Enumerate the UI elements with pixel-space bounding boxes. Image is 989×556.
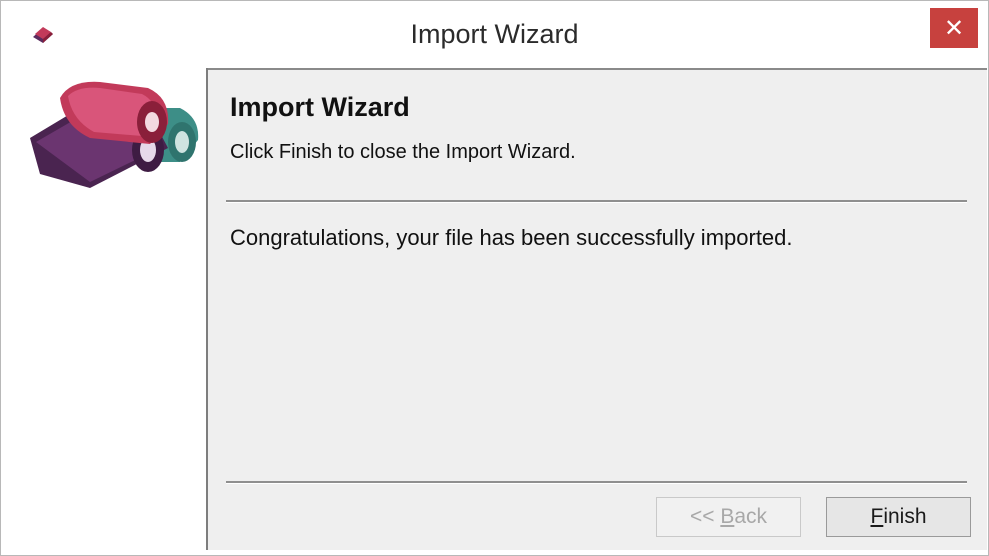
footer-separator: [226, 481, 967, 484]
close-icon[interactable]: ✕: [944, 14, 964, 42]
finish-button[interactable]: Finish: [826, 497, 971, 537]
wizard-main-panel: Import Wizard Click Finish to close the …: [208, 68, 987, 550]
fabric-rolls-icon: [30, 81, 199, 188]
wizard-client-area: Import Wizard Click Finish to close the …: [24, 68, 987, 550]
finish-button-rest: inish: [883, 505, 927, 528]
back-button[interactable]: << Back: [656, 497, 801, 537]
success-message: Congratulations, your file has been succ…: [230, 225, 793, 250]
back-button-prefix: <<: [689, 505, 721, 528]
header-separator: [226, 200, 967, 203]
window-title: Import Wizard: [410, 19, 579, 49]
wizard-side-panel: [24, 68, 206, 550]
title-bar[interactable]: Import Wizard ✕: [1, 1, 988, 67]
finish-button-mnemonic: F: [870, 505, 884, 528]
back-button-rest: ack: [734, 505, 768, 528]
import-wizard-window: Import Wizard ✕ Import Wizard Click Fini…: [0, 0, 989, 556]
page-subtitle: Click Finish to close the Import Wizard.: [230, 141, 576, 163]
page-title: Import Wizard: [230, 92, 410, 122]
back-button-mnemonic: B: [720, 505, 735, 528]
close-button[interactable]: ✕: [930, 8, 978, 48]
